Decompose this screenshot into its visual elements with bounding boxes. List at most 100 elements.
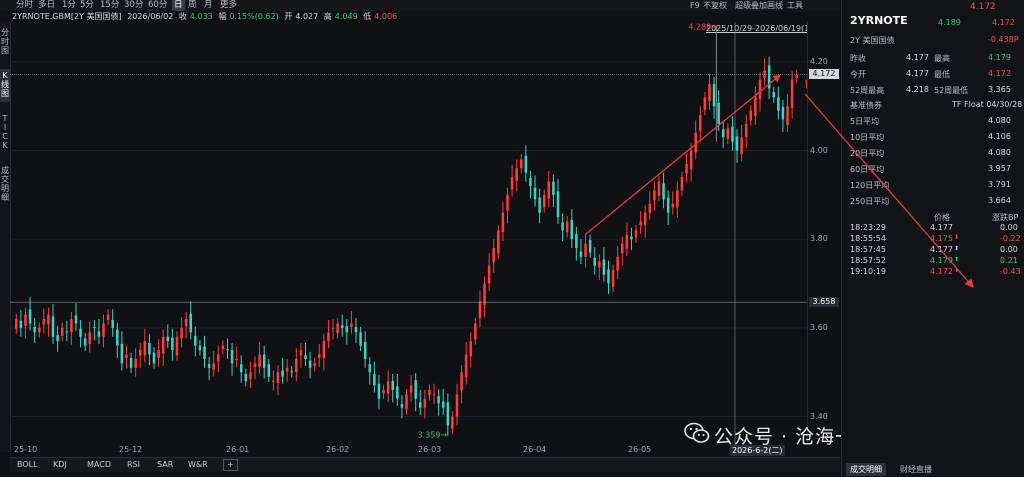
open-label: 开 xyxy=(284,12,293,21)
candle xyxy=(542,189,546,213)
candle xyxy=(70,311,73,345)
tool-0[interactable]: F9 xyxy=(690,0,700,11)
tick-dir-icon: ⬇ xyxy=(954,267,960,274)
indicator-1[interactable]: KDJ xyxy=(50,459,70,471)
candle xyxy=(400,395,404,419)
candle xyxy=(37,322,41,338)
period-2[interactable]: 1分 xyxy=(62,0,76,11)
candle xyxy=(616,246,619,280)
tool-2[interactable]: 超级叠加 xyxy=(735,0,767,11)
period-0[interactable]: 分时 xyxy=(16,0,33,11)
candle xyxy=(529,170,532,199)
candle xyxy=(497,225,500,259)
candle xyxy=(469,332,473,367)
candle xyxy=(396,373,399,406)
candle xyxy=(74,303,78,331)
candle xyxy=(620,236,624,266)
avg-label: 250日平均 xyxy=(850,197,890,206)
indicator-0[interactable]: BOLL xyxy=(14,459,41,471)
period-6[interactable]: 60分 xyxy=(148,0,167,11)
indicator-6[interactable]: + xyxy=(223,459,238,471)
candle xyxy=(198,340,202,356)
period-1[interactable]: 多日 xyxy=(38,0,55,11)
candle xyxy=(189,301,193,340)
candle xyxy=(547,170,551,208)
candle xyxy=(662,172,665,209)
tick-time: 18:55:54 xyxy=(850,234,886,243)
candle xyxy=(391,373,394,403)
panel-tab-1[interactable]: 财经直播 xyxy=(896,463,936,476)
benchmark-label: 基准债券 xyxy=(850,101,882,110)
tick-time: 18:23:29 xyxy=(850,223,886,232)
candle xyxy=(492,239,495,273)
avg-value: 3.957 xyxy=(988,164,1011,173)
tick-change: 0.00 xyxy=(1000,223,1018,232)
candle xyxy=(487,253,491,291)
indicator-3[interactable]: RSI xyxy=(124,459,143,471)
candle xyxy=(161,329,165,366)
tool-1[interactable]: 不复权 xyxy=(703,0,727,11)
ticks-change-header: 涨跌BP xyxy=(992,213,1019,222)
indicator-bar: BOLL KDJ MACD RSI SAR W&R + xyxy=(10,457,840,472)
left-nav-0[interactable]: 分时图 xyxy=(0,26,10,59)
period-10[interactable]: 更多 xyxy=(220,0,237,11)
avg-label: 5日平均 xyxy=(850,117,880,126)
quote-date: 2026/06/02 xyxy=(127,12,174,21)
candle xyxy=(42,308,46,334)
avg-value: 4.106 xyxy=(988,132,1011,141)
tick-dir-icon: ⬆ xyxy=(954,256,960,263)
period-8[interactable]: 周 xyxy=(188,0,197,11)
candle xyxy=(212,350,215,377)
candle xyxy=(171,328,174,361)
candle xyxy=(322,334,326,371)
candle xyxy=(588,234,592,258)
period-9[interactable]: 月 xyxy=(204,0,213,11)
candle xyxy=(533,175,537,207)
left-nav-3[interactable]: 成交明细 xyxy=(0,164,10,206)
period-3[interactable]: 5分 xyxy=(80,0,94,11)
indicator-4[interactable]: SAR xyxy=(154,459,176,471)
period-7[interactable]: 日 xyxy=(172,0,185,11)
quote-panel: 2YRNOTE 4.172 4.189 4.172 2Y 美国国债 -0.438… xyxy=(841,0,1024,477)
avg-value: 4.080 xyxy=(988,148,1011,157)
indicator-5[interactable]: W&R xyxy=(185,459,211,471)
stat-value: 4.172 xyxy=(988,69,1011,78)
candle xyxy=(368,357,372,385)
candle xyxy=(253,356,257,380)
candle xyxy=(226,338,229,359)
candle xyxy=(239,355,243,383)
y-tick: 4.00 xyxy=(810,145,828,155)
left-nav-2[interactable]: TICK xyxy=(0,112,10,154)
candle xyxy=(740,124,743,162)
avg-value: 3.791 xyxy=(988,180,1011,189)
candle xyxy=(111,309,114,337)
avg-label: 120日平均 xyxy=(850,181,890,190)
x-tick: 26-04 xyxy=(523,445,547,454)
tool-4[interactable]: 工具 xyxy=(787,0,803,11)
candle xyxy=(772,86,776,103)
candle xyxy=(217,345,220,373)
kline-chart[interactable]: 4.280→ 3.359→ xyxy=(10,22,807,452)
candlestick-svg: 4.280→ 3.359→ xyxy=(10,22,807,452)
panel-tab-0[interactable]: 成交明细 xyxy=(846,463,886,476)
candle xyxy=(125,345,128,369)
period-5[interactable]: 30分 xyxy=(124,0,143,11)
tick-change: -0.22 xyxy=(1000,234,1021,243)
tick-change: -0.43 xyxy=(1000,267,1021,276)
candle xyxy=(377,374,381,410)
tick-price: 4.175 xyxy=(930,234,953,243)
candle xyxy=(93,319,96,341)
candle xyxy=(345,319,349,345)
period-4[interactable]: 15分 xyxy=(100,0,119,11)
candle xyxy=(676,181,679,218)
stat-value: 4.177 xyxy=(906,69,929,78)
candle xyxy=(336,318,339,339)
left-nav-1[interactable]: K线图 xyxy=(0,69,10,102)
indicator-2[interactable]: MACD xyxy=(84,459,114,471)
candle xyxy=(106,309,110,326)
candle xyxy=(694,120,697,160)
candle xyxy=(313,358,316,372)
tool-3[interactable]: 画线 xyxy=(767,0,783,11)
candle xyxy=(359,326,362,351)
candle xyxy=(520,154,523,174)
